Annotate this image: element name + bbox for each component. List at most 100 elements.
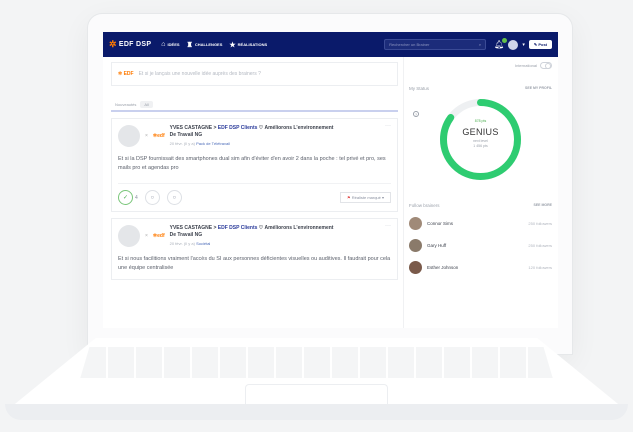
card-title[interactable]: YVES CASTAGNE > EDF DSP Clients ♡ Amélio… bbox=[170, 225, 340, 239]
card-tag[interactable]: Sociétal bbox=[196, 241, 210, 246]
nav-label: CHALLENGES bbox=[194, 42, 223, 47]
brainer-avatar bbox=[409, 217, 422, 230]
card-date: 20 févr. (Il y a) bbox=[169, 141, 195, 146]
search-input[interactable]: Rechercher un Brainer ⌕ bbox=[384, 39, 487, 50]
see-more-link[interactable]: SEE MORE bbox=[534, 203, 552, 208]
card-org[interactable]: EDF DSP Clients bbox=[218, 125, 258, 131]
card-body: Et si nous facilitions vraiment l'accès … bbox=[118, 256, 391, 271]
brainer-followers: 120 followers bbox=[528, 265, 552, 270]
lightbulb-icon: ♡ bbox=[258, 125, 264, 131]
share-icon: ○ bbox=[172, 194, 177, 201]
edf-logo-icon: ✲edf bbox=[152, 133, 165, 139]
tab-news[interactable]: Nouveautés bbox=[115, 102, 136, 107]
close-icon: × bbox=[145, 133, 148, 139]
idea-card: ··· × ✲edf YVES CASTAGNE > EDF DSP Clien… bbox=[111, 118, 398, 212]
card-title[interactable]: YVES CASTAGNE > EDF DSP Clients ♡ Amélio… bbox=[170, 125, 340, 139]
status-level: GENIUS bbox=[462, 127, 499, 137]
share-button[interactable]: ○ bbox=[166, 190, 182, 205]
brainer-item[interactable]: Gary Huff 250 followers bbox=[409, 239, 552, 252]
card-tag[interactable]: Pack de Télétravail bbox=[196, 141, 230, 146]
brainer-followers: 250 followers bbox=[528, 243, 552, 248]
nav-item-ideas[interactable]: ⌂ IDÉES bbox=[161, 41, 179, 49]
thumbs-up-icon: ✓ bbox=[122, 195, 129, 201]
brainer-item[interactable]: Esther Johnson 120 followers bbox=[409, 261, 552, 274]
card-header: × ✲edf YVES CASTAGNE > EDF DSP Clients ♡… bbox=[118, 125, 391, 147]
star-icon: ★ bbox=[229, 41, 236, 49]
card-date: 20 févr. (Il y a) bbox=[169, 241, 195, 246]
user-avatar[interactable] bbox=[508, 39, 519, 50]
edf-logo-icon: ✲ EDF bbox=[118, 71, 134, 77]
ask-logo-text: EDF bbox=[123, 71, 134, 77]
bell-icon[interactable]: 🔔︎ bbox=[494, 38, 508, 49]
close-icon: × bbox=[145, 233, 148, 239]
card-meta: 20 févr. (Il y a) Sociétal bbox=[170, 241, 340, 246]
status-label: Réaliste marqué bbox=[351, 195, 381, 200]
new-idea-placeholder: Et si je lançais une nouvelle idée auprè… bbox=[138, 71, 261, 77]
edf-logo-icon: ✲edf bbox=[152, 233, 165, 239]
feed-column: ✲ EDF Et si je lançais une nouvelle idée… bbox=[111, 62, 398, 328]
laptop-keyboard bbox=[80, 347, 553, 379]
pencil-icon: ✎ bbox=[533, 42, 538, 47]
status-widget: ? 878 pts GENIUS next level 1 456 pts bbox=[409, 91, 552, 191]
search-placeholder: Rechercher un Brainer bbox=[389, 42, 430, 47]
nav-label: IDÉES bbox=[167, 42, 180, 47]
nav-item-challenges[interactable]: ♜ CHALLENGES bbox=[187, 41, 223, 49]
international-label: International bbox=[514, 63, 537, 68]
lightbulb-icon: ♡ bbox=[258, 225, 264, 231]
help-icon[interactable]: ? bbox=[413, 111, 419, 117]
home-icon: ⌂ bbox=[161, 41, 166, 48]
comment-icon: ○ bbox=[150, 194, 155, 201]
comment-button[interactable]: ○ bbox=[144, 190, 160, 205]
idea-card: ··· × ✲edf YVES CASTAGNE > EDF DSP Clien… bbox=[111, 218, 398, 280]
international-toggle[interactable] bbox=[540, 62, 552, 69]
laptop-base-edge bbox=[5, 404, 628, 420]
status-dropdown[interactable]: ⚑ Réaliste marqué ▾ bbox=[340, 192, 391, 203]
brand-name: EDF DSP bbox=[118, 41, 152, 48]
nav-item-achievements[interactable]: ★ RÉALISATIONS bbox=[229, 41, 267, 49]
laptop-keyboard-row bbox=[72, 378, 561, 380]
status-next-level: next level 1 456 pts bbox=[409, 139, 552, 149]
card-org[interactable]: EDF DSP Clients bbox=[218, 225, 258, 231]
post-label: Post bbox=[538, 42, 547, 47]
more-icon[interactable]: ··· bbox=[385, 223, 391, 229]
main-nav: ⌂ IDÉES ♜ CHALLENGES ★ RÉALISATIONS bbox=[161, 41, 267, 49]
column-divider bbox=[403, 57, 404, 328]
sidebar: International My Status SEE MY PROFIL ? … bbox=[409, 62, 552, 328]
card-actions: ✓ 4 ○ ○ ⚑ Réaliste marqué ▾ bbox=[118, 183, 391, 205]
app-screen: ✲ EDF DSP ⌂ IDÉES ♜ CHALLENGES ★ RÉALISA… bbox=[103, 32, 558, 328]
brainer-followers: 250 followers bbox=[528, 221, 552, 226]
trophy-icon: ♜ bbox=[186, 41, 193, 49]
tab-filter-pill[interactable]: All bbox=[140, 100, 153, 108]
vote-button[interactable]: ✓ bbox=[118, 190, 133, 205]
vote-count: 4 bbox=[135, 194, 138, 201]
header-actions: 🔔︎ ▾ ✎ Post bbox=[494, 38, 552, 50]
post-button[interactable]: ✎ Post bbox=[528, 40, 552, 49]
nav-label: RÉALISATIONS bbox=[237, 42, 268, 47]
next-level-points: 1 456 pts bbox=[473, 144, 488, 148]
brainer-name[interactable]: Connor Sims bbox=[427, 221, 453, 226]
card-body: Et si la DSP fournissait des smartphones… bbox=[118, 156, 386, 171]
brainer-item[interactable]: Connor Sims 250 followers bbox=[409, 217, 552, 230]
search-icon: ⌕ bbox=[478, 42, 482, 47]
new-idea-input[interactable]: ✲ EDF Et si je lançais une nouvelle idée… bbox=[111, 62, 398, 86]
card-header: × ✲edf YVES CASTAGNE > EDF DSP Clients ♡… bbox=[118, 225, 391, 247]
feed-tabs: Nouveautés All bbox=[111, 98, 398, 112]
brainer-avatar bbox=[409, 239, 422, 252]
notification-badge bbox=[502, 38, 508, 43]
author-avatar[interactable] bbox=[118, 225, 140, 247]
status-points: 878 pts bbox=[474, 119, 487, 123]
more-icon[interactable]: ··· bbox=[385, 123, 391, 129]
flag-icon: ⚑ bbox=[347, 195, 351, 200]
international-toggle-row: International bbox=[409, 62, 552, 69]
author-avatar[interactable] bbox=[118, 125, 140, 147]
card-author[interactable]: YVES CASTAGNE bbox=[170, 125, 212, 131]
card-author[interactable]: YVES CASTAGNE bbox=[170, 225, 212, 231]
laptop-trackpad bbox=[245, 384, 388, 404]
brainer-name[interactable]: Gary Huff bbox=[427, 243, 446, 248]
brand-logo[interactable]: ✲ EDF DSP bbox=[109, 39, 151, 50]
top-header: ✲ EDF DSP ⌂ IDÉES ♜ CHALLENGES ★ RÉALISA… bbox=[103, 32, 558, 57]
follow-title: Follow brainers bbox=[409, 203, 440, 208]
brainer-name[interactable]: Esther Johnson bbox=[427, 265, 458, 270]
follow-header: Follow brainers SEE MORE bbox=[409, 203, 552, 208]
chevron-down-icon[interactable]: ▾ bbox=[522, 42, 525, 48]
